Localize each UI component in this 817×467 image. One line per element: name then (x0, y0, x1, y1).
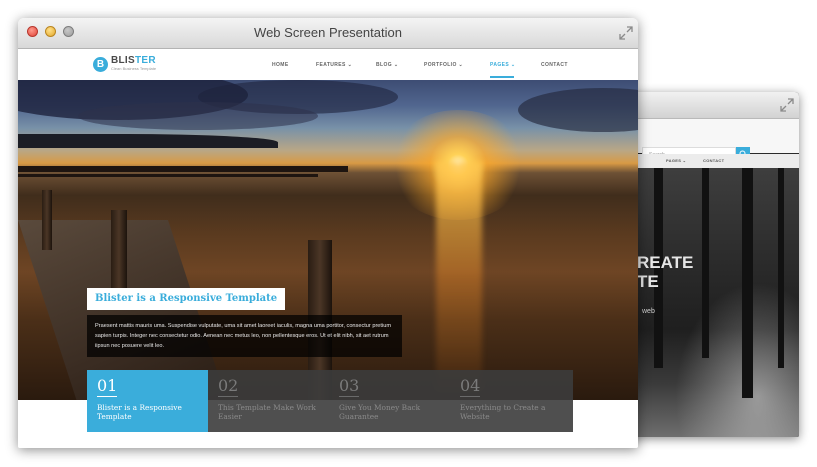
site-header: B BLISTER Clean Business Template HOME F… (18, 49, 638, 81)
slider-tabs: 01 Blister is a Responsive Template 02 T… (87, 370, 573, 432)
tree-trunk (702, 168, 709, 358)
slider-tab-3[interactable]: 03 Give You Money Back Guarantee (329, 370, 450, 432)
tab-number: 01 (97, 376, 118, 395)
window-titlebar: Web Screen Presentation (18, 18, 638, 49)
window-title: Web Screen Presentation (254, 25, 402, 40)
slider-tab-2[interactable]: 02 This Template Make Work Easier (208, 370, 329, 432)
nav-features[interactable]: FEATURES ⌄ (316, 62, 352, 68)
tab-label: Blister is a Responsive Template (97, 403, 182, 421)
tab-divider (460, 396, 480, 397)
main-browser-window: Web Screen Presentation B BLISTER Clean … (18, 18, 638, 448)
sun-reflection (436, 162, 482, 392)
tab-label: Everything to Create a Website (460, 403, 546, 421)
tree-trunk (778, 168, 784, 368)
tree-trunk (742, 168, 753, 398)
tab-number: 04 (460, 376, 481, 395)
back-hero-heading: REATE TE (637, 253, 694, 291)
pier-rail (18, 174, 318, 177)
tab-divider (218, 396, 238, 397)
hero-caption-title: Blister is a Responsive Template (87, 288, 286, 310)
horizon-land (18, 134, 278, 148)
pier (18, 166, 348, 172)
logo-text-part1: BLIS (111, 55, 135, 66)
cloud (518, 88, 638, 132)
slider-tab-1[interactable]: 01 Blister is a Responsive Template (87, 370, 208, 432)
tab-number: 02 (218, 376, 239, 395)
nav-active-indicator (490, 76, 514, 78)
cloud (78, 102, 318, 130)
tab-number: 03 (339, 376, 360, 395)
logo-text-part2: TER (134, 55, 156, 66)
tab-divider (339, 396, 359, 397)
logo-text[interactable]: BLISTER (111, 55, 156, 66)
nav-blog[interactable]: BLOG ⌄ (376, 62, 398, 68)
nav-contact[interactable]: CONTACT (541, 62, 568, 68)
back-nav-pages[interactable]: PAGES ⌄ (666, 158, 686, 163)
dock-post (42, 190, 52, 250)
hero-caption-body: Praesent mattis mauris uma. Suspendise v… (87, 315, 402, 357)
back-hero-subtext: web (642, 308, 655, 315)
slider-tab-4[interactable]: 04 Everything to Create a Website (450, 370, 573, 432)
nav-pages[interactable]: PAGES ⌄ (490, 62, 516, 68)
back-nav-contact[interactable]: CONTACT (703, 158, 724, 163)
logo-tagline: Clean Business Template (111, 66, 157, 71)
tab-divider (97, 396, 117, 397)
nav-portfolio[interactable]: PORTFOLIO ⌄ (424, 62, 463, 68)
fullscreen-icon[interactable] (619, 26, 633, 40)
tab-label: This Template Make Work Easier (218, 403, 316, 421)
dock-post (111, 210, 127, 300)
hero-slider-image: Blister is a Responsive Template Praesen… (18, 80, 638, 400)
nav-home[interactable]: HOME (272, 62, 289, 68)
logo-icon[interactable]: B (93, 57, 108, 72)
tab-label: Give You Money Back Guarantee (339, 403, 421, 421)
fullscreen-icon[interactable] (780, 98, 794, 112)
